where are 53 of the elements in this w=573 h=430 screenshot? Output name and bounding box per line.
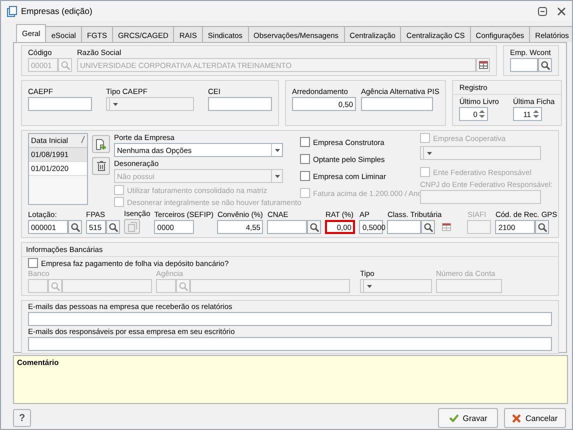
caret-icon xyxy=(274,174,280,178)
spinner-icon xyxy=(479,109,486,119)
caret-icon xyxy=(274,148,280,152)
search-icon xyxy=(60,60,70,70)
text-field[interactable] xyxy=(208,97,272,111)
minimize-icon xyxy=(538,6,547,16)
cancel-button[interactable]: Cancelar xyxy=(504,408,566,428)
grid-icon xyxy=(442,223,451,231)
search-icon xyxy=(50,282,60,290)
text-field[interactable] xyxy=(62,279,152,293)
text-field[interactable] xyxy=(190,279,350,293)
text-field[interactable] xyxy=(267,220,308,234)
add-page-icon xyxy=(96,138,106,150)
help-button[interactable]: ? xyxy=(13,409,31,427)
checkbox[interactable] xyxy=(300,137,310,147)
grid-icon xyxy=(478,61,488,69)
add-button[interactable] xyxy=(92,135,110,153)
search-icon xyxy=(178,282,188,290)
delete-button[interactable] xyxy=(92,157,110,175)
close-icon xyxy=(557,6,566,16)
search-icon xyxy=(540,60,550,70)
checkbox[interactable] xyxy=(300,154,310,164)
page-icon xyxy=(128,222,136,232)
caret-icon xyxy=(112,102,118,106)
check-icon xyxy=(448,414,459,422)
email-field[interactable] xyxy=(28,312,552,326)
app-icon xyxy=(7,6,17,16)
search-button[interactable] xyxy=(307,220,322,234)
search-icon xyxy=(70,222,80,232)
email-field[interactable] xyxy=(28,337,552,351)
text-field[interactable] xyxy=(28,97,92,111)
search-icon xyxy=(424,222,433,232)
spinner-icon xyxy=(532,109,539,119)
text-field[interactable] xyxy=(510,58,538,72)
search-button[interactable] xyxy=(421,220,436,234)
checkbox[interactable] xyxy=(300,171,310,181)
search-button[interactable] xyxy=(535,220,550,234)
trash-icon xyxy=(96,161,106,171)
x-icon xyxy=(512,414,522,422)
search-icon xyxy=(108,222,118,232)
text-field[interactable] xyxy=(387,220,422,234)
search-icon xyxy=(538,222,547,232)
search-button[interactable] xyxy=(106,220,120,234)
sort-icon xyxy=(81,136,85,143)
search-button[interactable] xyxy=(68,220,82,234)
search-button[interactable] xyxy=(538,58,552,72)
search-icon xyxy=(310,222,319,232)
caret-icon xyxy=(426,152,432,154)
save-button[interactable]: Gravar xyxy=(438,408,498,428)
checkbox[interactable] xyxy=(28,258,38,268)
caret-icon xyxy=(366,284,372,288)
text-field[interactable] xyxy=(361,97,433,111)
window-title: Empresas (edição) xyxy=(21,6,94,16)
